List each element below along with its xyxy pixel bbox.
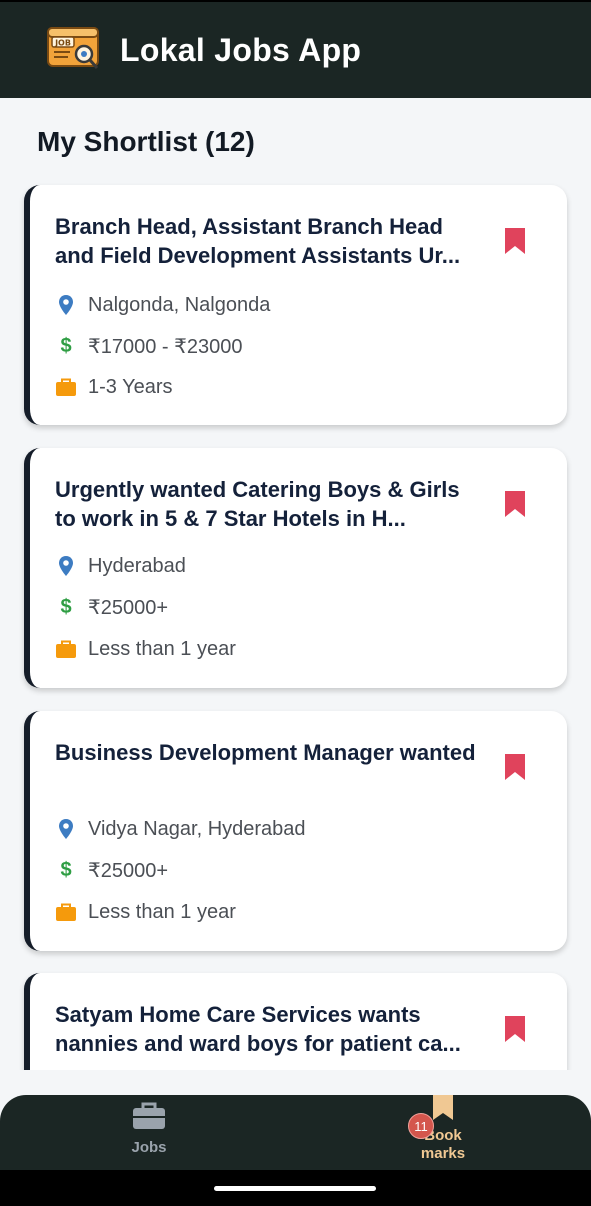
map-pin-icon [55,818,77,840]
job-card[interactable]: Urgently wanted Catering Boys & Girls to… [24,448,567,688]
job-salary: ₹17000 - ₹23000 [88,335,243,358]
job-location-row: Hyderabad [55,552,186,580]
job-salary-row: $ ₹25000+ [55,593,168,621]
map-pin-icon [55,294,77,316]
bookmark-icon[interactable] [503,489,527,519]
job-location-row: Nalgonda, Nalgonda [55,291,270,319]
job-experience-row: 1-3 Years [55,373,173,401]
job-title: Urgently wanted Catering Boys & Girls to… [55,477,460,531]
job-salary-row: $ ₹17000 - ₹23000 [55,332,242,360]
system-navigation-bar [0,1170,591,1206]
nav-bookmarks-tab[interactable]: Book marks 11 [400,1095,486,1167]
bookmarks-count-badge: 11 [408,1113,434,1139]
nav-jobs-label: Jobs [131,1139,167,1156]
app-title: Lokal Jobs App [120,32,362,68]
briefcase-icon [55,638,77,660]
job-experience: Less than 1 year [88,637,236,660]
job-logo-icon: JOB [46,24,102,74]
job-location: Hyderabad [88,554,186,577]
app-header: JOB Lokal Jobs App [0,2,591,98]
briefcase-icon [132,1101,166,1136]
home-indicator[interactable] [214,1186,376,1191]
job-salary-row: $ ₹25000+ [55,856,168,884]
job-list[interactable]: Branch Head, Assistant Branch Head and F… [0,180,591,1070]
dollar-icon: $ [60,858,72,881]
nav-bookmarks-label-line2: marks [420,1145,466,1162]
job-salary: ₹25000+ [88,859,169,882]
job-experience: 1-3 Years [88,375,173,398]
briefcase-icon [55,901,77,923]
job-experience-row: Less than 1 year [55,635,236,663]
job-title: Branch Head, Assistant Branch Head and F… [55,214,461,268]
job-card[interactable]: Business Development Manager wanted Vidy… [24,711,567,951]
bookmark-icon[interactable] [503,752,527,782]
job-experience-row: Less than 1 year [55,898,236,926]
dollar-icon: $ [60,334,72,357]
job-location: Vidya Nagar, Hyderabad [88,817,306,840]
job-salary: ₹25000+ [88,596,169,619]
map-pin-icon [55,555,77,577]
page-title: My Shortlist (12) [37,126,255,157]
job-location: Nalgonda, Nalgonda [88,293,271,316]
job-title: Business Development Manager wanted [55,740,476,765]
job-experience: Less than 1 year [88,900,236,923]
nav-jobs-tab[interactable]: Jobs [110,1099,188,1165]
bookmark-icon [432,1095,454,1126]
job-location-row: Vidya Nagar, Hyderabad [55,815,306,843]
bookmark-icon[interactable] [503,1014,527,1044]
job-card[interactable]: Satyam Home Care Services wants nannies … [24,973,567,1070]
dollar-icon: $ [60,595,72,618]
logo-text: JOB [54,39,71,48]
briefcase-icon [55,376,77,398]
bookmark-icon[interactable] [503,226,527,256]
job-card[interactable]: Branch Head, Assistant Branch Head and F… [24,185,567,425]
bottom-nav: Jobs Book marks 11 [0,1095,591,1170]
job-title: Satyam Home Care Services wants nannies … [55,1002,461,1056]
